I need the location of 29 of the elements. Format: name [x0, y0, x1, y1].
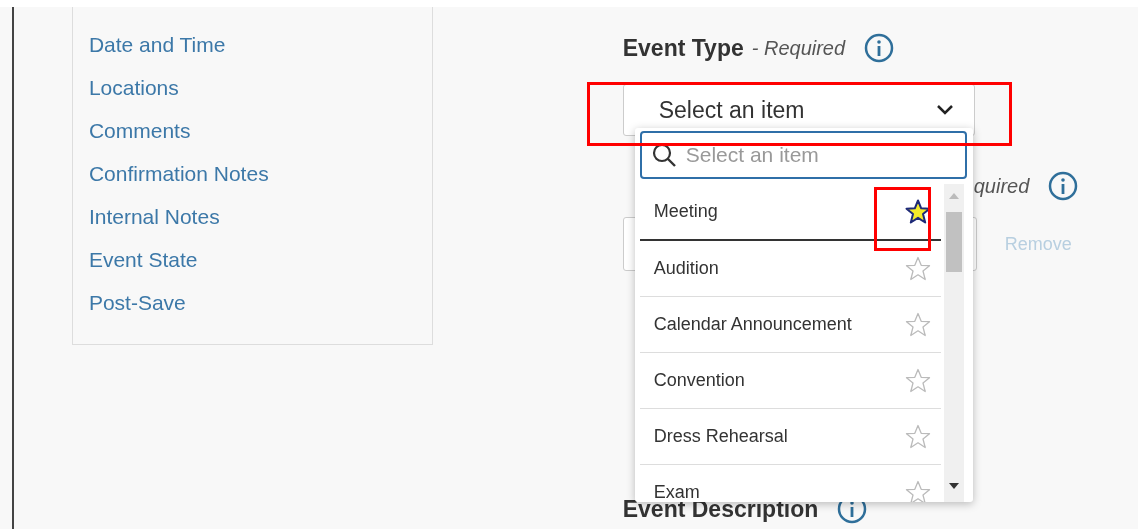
info-icon[interactable] [863, 32, 896, 64]
scroll-up-icon[interactable] [947, 192, 960, 200]
sidebar-link[interactable]: Comments [88, 109, 432, 152]
search-field[interactable]: Select an item [639, 131, 967, 179]
required-note: quired [973, 174, 1030, 198]
star-icon[interactable] [904, 255, 931, 282]
required-note: - Required [751, 36, 846, 60]
dropdown-option[interactable]: Convention [639, 353, 941, 409]
sidebar-link[interactable]: Locations [88, 66, 432, 109]
star-icon[interactable] [904, 367, 931, 394]
star-icon[interactable] [904, 423, 931, 450]
info-icon[interactable] [1047, 170, 1080, 202]
sidebar-link[interactable]: Post-Save [88, 281, 432, 324]
field-label: Event Type [622, 34, 744, 62]
sidebar-link[interactable]: Internal Notes [88, 195, 432, 238]
dropdown-option[interactable]: Dress Rehearsal [639, 409, 941, 465]
scroll-thumb[interactable] [945, 212, 962, 272]
star-icon[interactable] [904, 479, 931, 502]
chevron-down-icon [935, 104, 954, 116]
star-icon[interactable] [904, 311, 931, 338]
dropdown-option[interactable]: Meeting [639, 184, 941, 241]
scrollbar[interactable] [943, 184, 964, 502]
sidebar-link[interactable]: Date and Time [88, 23, 432, 66]
scroll-down-icon[interactable] [947, 482, 960, 490]
sidebar-link[interactable]: Event State [88, 238, 432, 281]
dropdown-option[interactable]: Audition [639, 241, 941, 297]
star-icon[interactable] [904, 198, 931, 225]
dropdown-option[interactable]: Calendar Announcement [639, 297, 941, 353]
sidebar-link[interactable]: Confirmation Notes [88, 152, 432, 195]
